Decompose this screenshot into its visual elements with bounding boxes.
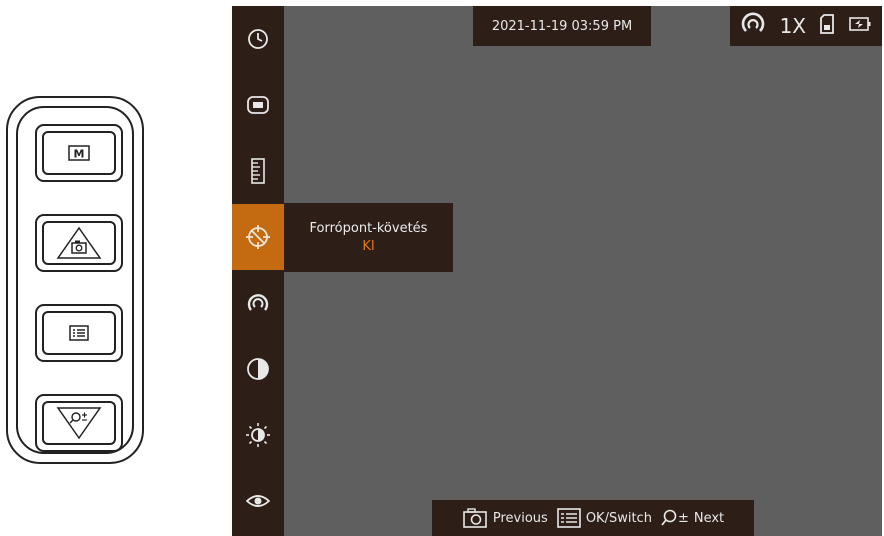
zoom-icon	[661, 509, 677, 527]
zoom-triangle-icon	[56, 406, 102, 440]
svg-text:M: M	[74, 148, 85, 161]
sidebar-item-eye[interactable]	[232, 468, 284, 534]
sd-card-icon	[820, 14, 835, 38]
palette-icon	[741, 12, 765, 40]
sidebar-item-ruler[interactable]	[232, 138, 284, 204]
sidebar-item-palette[interactable]	[232, 270, 284, 336]
button-hint-bar: Previous OK/Switch ± Next	[432, 500, 754, 536]
hot-spot-tracking-icon	[245, 224, 271, 250]
menu-sidebar	[232, 6, 284, 536]
sidebar-item-clock[interactable]	[232, 6, 284, 72]
popup-value[interactable]: KI	[362, 238, 374, 256]
sidebar-item-brightness[interactable]	[232, 402, 284, 468]
zoom-level: 1X	[779, 14, 807, 38]
capture-button[interactable]	[35, 214, 123, 272]
remote-control: M	[6, 96, 144, 464]
m-button[interactable]: M	[35, 124, 123, 182]
menu-button[interactable]	[35, 304, 123, 362]
sidebar-item-display-mode[interactable]	[232, 72, 284, 138]
hint-next-prefix: ±	[677, 510, 689, 526]
menu-list-icon	[557, 508, 581, 528]
ruler-icon	[251, 158, 265, 184]
hint-ok-switch: OK/Switch	[585, 510, 652, 526]
camera-triangle-icon	[56, 226, 102, 260]
sidebar-item-contrast[interactable]	[232, 336, 284, 402]
clock-icon	[247, 28, 269, 50]
camera-icon	[462, 507, 488, 529]
contrast-icon	[246, 357, 270, 381]
hot-spot-tracking-popup: Forrópont-követés KI	[284, 203, 453, 272]
datetime-display: 2021-11-19 03:59 PM	[473, 6, 651, 46]
popup-title: Forrópont-követés	[309, 220, 428, 236]
palette-icon	[247, 292, 269, 314]
zoom-button[interactable]	[35, 394, 123, 452]
menu-list-icon	[69, 325, 89, 341]
thermal-screen: 2021-11-19 03:59 PM 1X Forrópont-követés…	[232, 6, 882, 536]
hint-next: Next	[693, 510, 725, 526]
hint-previous: Previous	[492, 510, 548, 526]
eye-icon	[246, 493, 270, 509]
sidebar-item-hot-spot-tracking[interactable]	[232, 204, 284, 270]
m-key-icon: M	[68, 145, 90, 161]
battery-charging-icon	[848, 16, 871, 36]
brightness-icon	[245, 422, 271, 448]
status-bar: 1X	[730, 6, 882, 46]
display-mode-icon	[247, 96, 269, 114]
